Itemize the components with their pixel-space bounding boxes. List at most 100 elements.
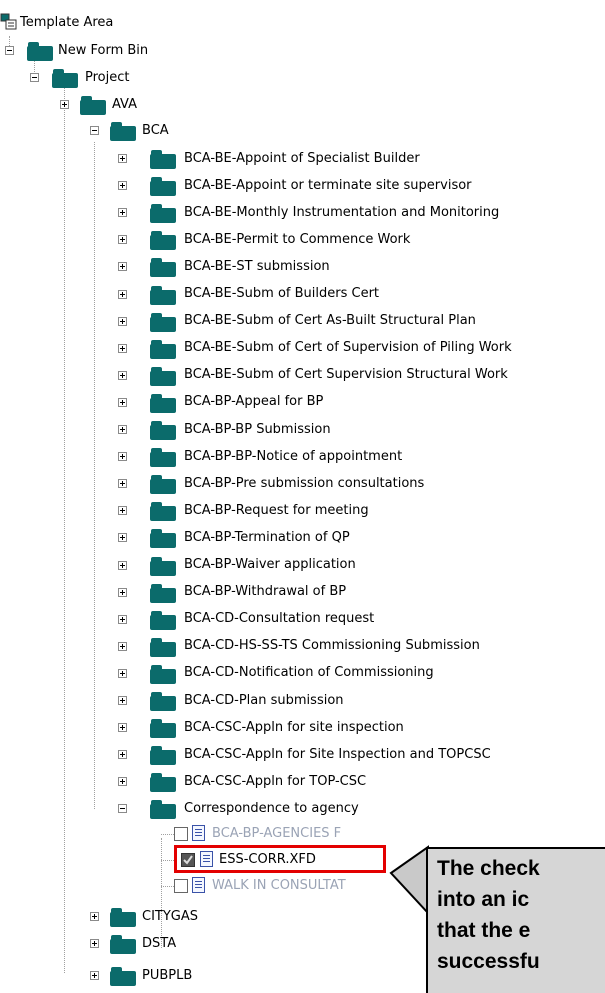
tree-item-label: BCA-BP-Pre submission consultations xyxy=(184,475,425,491)
form-tree-panel: Template Area New Form Bin Project AVA B… xyxy=(0,0,605,993)
collapse-icon[interactable] xyxy=(90,126,99,135)
expand-icon[interactable] xyxy=(60,100,69,109)
checkbox-unchecked[interactable] xyxy=(174,827,188,841)
folder-icon xyxy=(150,719,176,739)
tree-item-label: BCA-BE-Permit to Commence Work xyxy=(184,231,411,247)
collapse-icon[interactable] xyxy=(5,46,14,55)
tree-item-label: BCA-BE-ST submission xyxy=(184,258,330,274)
callout-line: The check xyxy=(437,857,540,880)
tree-item-label: New Form Bin xyxy=(58,42,149,58)
folder-icon xyxy=(110,935,136,954)
tree-item-label: Correspondence to agency xyxy=(184,800,359,816)
expand-icon[interactable] xyxy=(90,939,99,948)
tree-item-label: DSTA xyxy=(142,935,177,951)
expand-icon[interactable] xyxy=(118,587,127,597)
expand-icon[interactable] xyxy=(118,560,127,570)
expand-icon[interactable] xyxy=(118,208,127,218)
tree-root-label: Template Area xyxy=(20,14,114,30)
folder-icon xyxy=(150,637,176,657)
expand-icon[interactable] xyxy=(118,641,127,651)
folder-icon xyxy=(150,800,176,820)
tree-line xyxy=(161,860,174,861)
folder-icon xyxy=(150,150,176,169)
folder-icon xyxy=(110,122,136,141)
expand-icon[interactable] xyxy=(118,370,127,380)
callout-line: successfu xyxy=(437,950,540,973)
tree-line xyxy=(161,838,162,948)
folder-icon xyxy=(150,692,176,711)
expand-icon[interactable] xyxy=(118,614,127,624)
tree-line xyxy=(161,886,174,887)
folder-icon xyxy=(150,448,176,468)
expand-icon[interactable] xyxy=(118,668,127,678)
tree-item-label: BCA-BP-AGENCIES F xyxy=(212,825,342,841)
callout-arrow-icon xyxy=(389,845,429,915)
folder-icon xyxy=(150,177,176,197)
tree-item-label: BCA-CSC-Appln for site inspection xyxy=(184,719,404,735)
template-area-icon xyxy=(0,13,17,30)
tree-item-label: BCA-CD-HS-SS-TS Commissioning Submission xyxy=(184,638,480,654)
folder-icon xyxy=(150,204,176,224)
expand-icon[interactable] xyxy=(118,750,127,760)
tree-item-label: CITYGAS xyxy=(142,908,199,924)
callout-line: that the e xyxy=(437,919,531,942)
folder-icon xyxy=(150,339,176,359)
annotation-callout: The check into an ic that the e successf… xyxy=(426,847,605,993)
tree-item-label: Project xyxy=(85,69,130,85)
document-icon xyxy=(192,877,205,893)
callout-line: into an ic xyxy=(437,888,530,911)
folder-icon xyxy=(110,908,136,927)
tree-line xyxy=(161,834,174,835)
tree-item-label: BCA-BP-Termination of QP xyxy=(184,529,350,545)
collapse-icon[interactable] xyxy=(30,73,39,82)
tree-item-label: BCA-BP-Request for meeting xyxy=(184,502,369,518)
folder-icon xyxy=(150,502,176,522)
expand-icon[interactable] xyxy=(118,235,127,245)
tree-item-label: BCA-BP-Withdrawal of BP xyxy=(184,584,347,600)
tree-item-label: BCA-BP-BP-Notice of appointment xyxy=(184,448,403,464)
folder-icon xyxy=(150,312,176,332)
tree-item-label: BCA-CSC-Appln for Site Inspection and TO… xyxy=(184,746,491,762)
expand-icon[interactable] xyxy=(90,971,99,980)
folder-icon xyxy=(52,69,78,88)
checkbox-unchecked[interactable] xyxy=(174,879,188,893)
expand-icon[interactable] xyxy=(118,425,127,434)
tree-item-label: BCA-BE-Subm of Cert of Supervision of Pi… xyxy=(184,340,512,356)
tree-item-label: BCA-BE-Appoint or terminate site supervi… xyxy=(184,177,472,193)
folder-icon xyxy=(150,610,176,630)
tree-item-label: BCA-CD-Plan submission xyxy=(184,692,344,708)
expand-icon[interactable] xyxy=(90,912,99,921)
folder-icon xyxy=(150,773,176,793)
expand-icon[interactable] xyxy=(118,181,127,191)
folder-icon xyxy=(80,96,106,115)
expand-icon[interactable] xyxy=(118,479,127,489)
tree-item-label: BCA-CSC-Appln for TOP-CSC xyxy=(184,773,367,789)
expand-icon[interactable] xyxy=(118,506,127,516)
tree-item-label: AVA xyxy=(112,96,138,112)
expand-icon[interactable] xyxy=(118,723,127,733)
folder-icon xyxy=(150,231,176,251)
collapse-icon[interactable] xyxy=(118,804,127,814)
expand-icon[interactable] xyxy=(118,154,127,163)
folder-icon xyxy=(150,366,176,386)
expand-icon[interactable] xyxy=(118,777,127,787)
folder-icon xyxy=(27,42,53,61)
folder-icon xyxy=(150,583,176,603)
expand-icon[interactable] xyxy=(118,343,127,353)
expand-icon[interactable] xyxy=(118,262,127,272)
tree-item-label: BCA-BP-Waiver application xyxy=(184,557,356,572)
expand-icon[interactable] xyxy=(118,316,127,326)
expand-icon[interactable] xyxy=(118,289,127,299)
expand-icon[interactable] xyxy=(118,397,127,407)
tree-item-label: BCA-BE-Subm of Builders Cert xyxy=(184,286,380,301)
expand-icon[interactable] xyxy=(118,696,127,705)
folder-icon xyxy=(150,664,176,684)
expand-icon[interactable] xyxy=(118,533,127,543)
tree-item-label: BCA-BP-Appeal for BP xyxy=(184,394,324,410)
tree-item-label: PUBPLB xyxy=(142,967,193,983)
tree-item-label: BCA-CD-Consultation request xyxy=(184,611,375,627)
folder-icon xyxy=(150,285,176,305)
folder-icon xyxy=(150,556,176,576)
expand-icon[interactable] xyxy=(118,452,127,462)
tree-item-label: BCA-BE-Subm of Cert Supervision Structur… xyxy=(184,367,508,383)
